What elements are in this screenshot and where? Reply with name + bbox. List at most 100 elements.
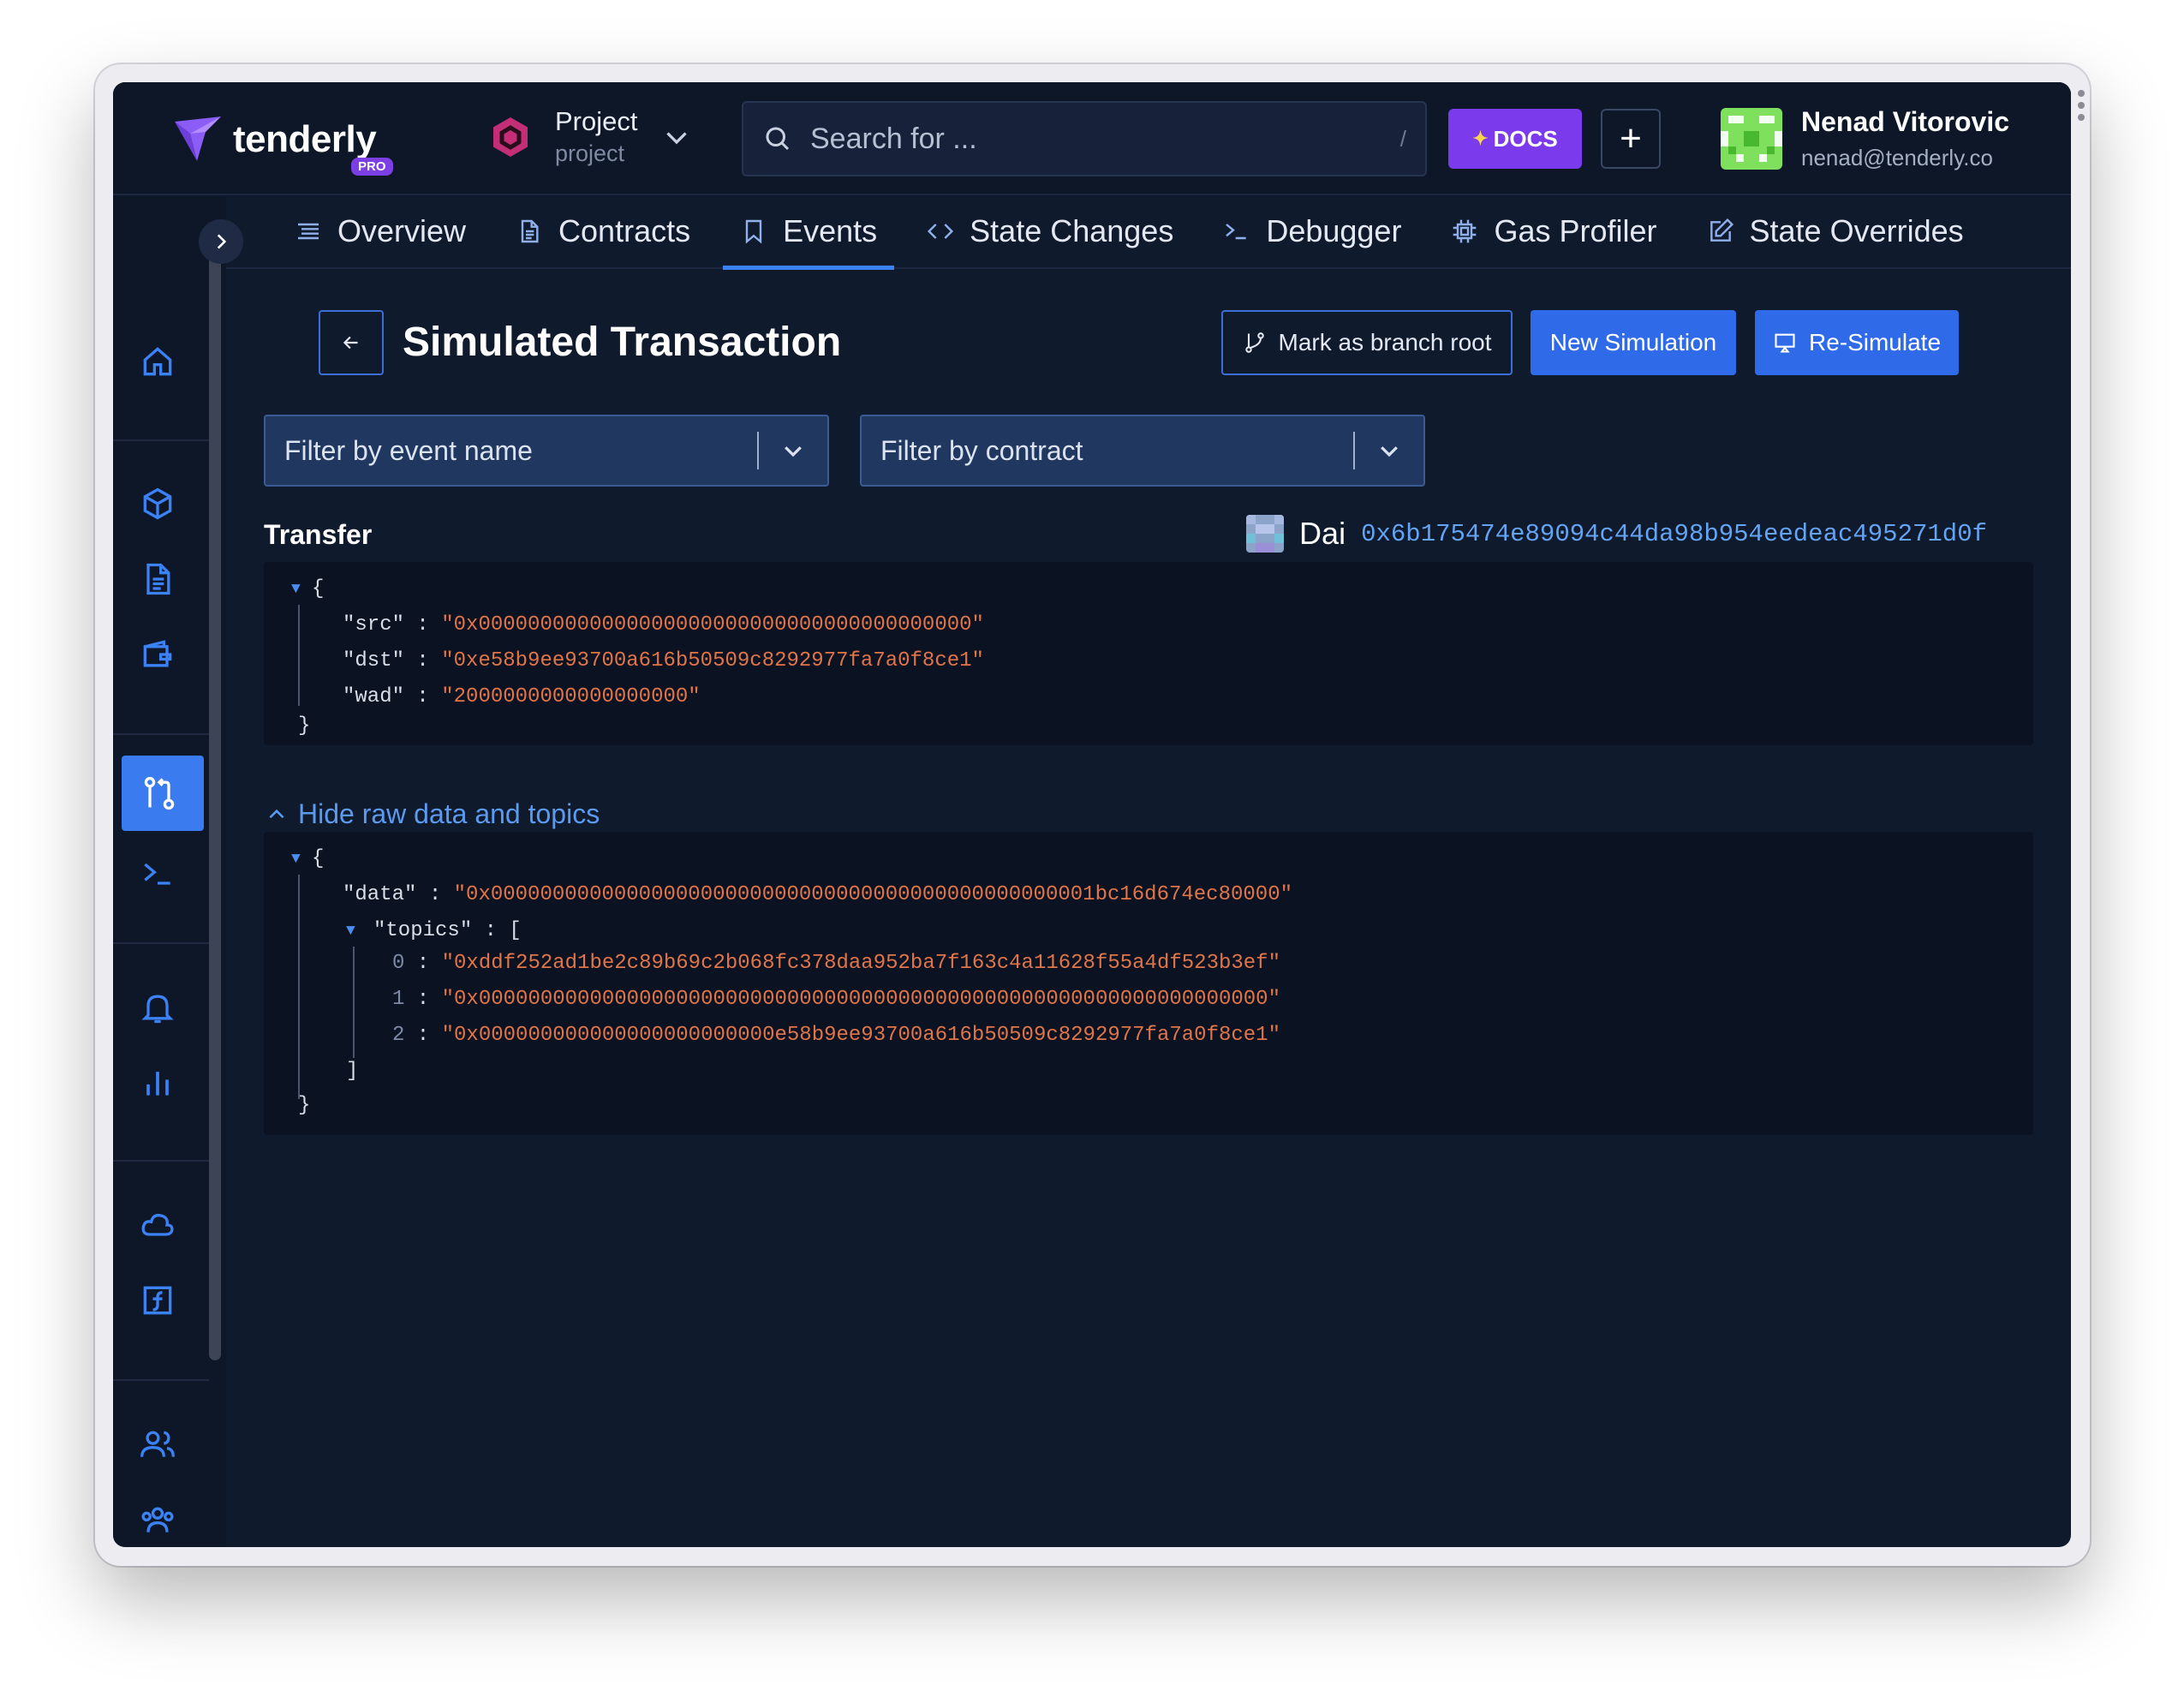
toggle-raw-label: Hide raw data and topics xyxy=(298,798,600,829)
git-branch-icon xyxy=(1244,332,1264,353)
sidebar-item-files[interactable] xyxy=(139,560,176,598)
sidebar-item-users[interactable] xyxy=(139,1425,176,1463)
terminal-icon xyxy=(1226,224,1246,240)
param-key: "src" xyxy=(343,613,405,636)
sidebar-item-team[interactable] xyxy=(139,1501,176,1539)
event-contract[interactable]: Dai 0x6b175474e89094c44da98b954eedeac495… xyxy=(1246,515,1987,553)
code-icon xyxy=(928,224,954,239)
contract-identicon xyxy=(1246,515,1285,553)
tenderly-logo-icon xyxy=(175,117,221,161)
docs-label: DOCS xyxy=(1493,125,1558,152)
cube-icon xyxy=(143,487,172,520)
filter-contract-chevron[interactable] xyxy=(1355,438,1423,463)
sidebar-divider xyxy=(113,733,209,735)
collapse-caret-icon[interactable]: ▼ xyxy=(291,851,301,868)
sidebar-expand-button[interactable] xyxy=(199,219,243,264)
search-bar[interactable]: / xyxy=(742,101,1427,176)
sidebar-item-cloud[interactable] xyxy=(139,1206,176,1244)
sidebar xyxy=(113,195,243,1547)
data-value: "0x0000000000000000000000000000000000000… xyxy=(453,883,1292,906)
topic-value: "0x000000000000000000000000e58b9ee93700a… xyxy=(441,1024,1280,1047)
bookmark-icon xyxy=(745,219,762,244)
tab-contracts[interactable]: Contracts xyxy=(498,194,707,268)
param-key: "dst" xyxy=(343,649,405,672)
contract-address-link[interactable]: 0x6b175474e89094c44da98b954eedeac495271d… xyxy=(1361,520,1987,548)
filter-contract[interactable]: Filter by contract xyxy=(860,415,1425,487)
window-handle[interactable] xyxy=(2078,90,2085,126)
tab-state-changes[interactable]: State Changes xyxy=(910,194,1190,268)
avatar xyxy=(1721,108,1782,170)
param-row-dst: "dst" : "0xe58b9ee93700a616b50509c829297… xyxy=(343,649,984,672)
tab-gas-profiler[interactable]: Gas Profiler xyxy=(1434,194,1674,268)
sparkle-icon: ✦ xyxy=(1472,128,1489,149)
analytics-icon xyxy=(146,1072,169,1096)
sidebar-item-alerts[interactable] xyxy=(139,989,176,1026)
topic-row: 1 : "0x000000000000000000000000000000000… xyxy=(392,988,1280,1011)
param-value: "2000000000000000000" xyxy=(441,685,701,708)
docs-button[interactable]: ✦ DOCS xyxy=(1448,109,1582,169)
topic-index: 1 xyxy=(392,988,405,1011)
topic-index: 2 xyxy=(392,1024,405,1047)
collapse-caret-icon[interactable]: ▼ xyxy=(346,923,355,940)
tab-debugger[interactable]: Debugger xyxy=(1206,194,1418,268)
toggle-raw-data[interactable]: Hide raw data and topics xyxy=(266,798,600,830)
bracket-close: ] xyxy=(346,1060,359,1083)
topic-value: "0x0000000000000000000000000000000000000… xyxy=(441,988,1280,1011)
sidebar-divider xyxy=(113,942,209,944)
top-header: tenderly PRO Project project / xyxy=(113,82,2071,195)
tab-state-overrides[interactable]: State Overrides xyxy=(1690,194,1981,268)
param-row-src: "src" : "0x00000000000000000000000000000… xyxy=(343,613,984,636)
filter-event-chevron[interactable] xyxy=(759,438,827,463)
tab-label: Debugger xyxy=(1266,213,1402,248)
search-input[interactable] xyxy=(810,122,1400,156)
tab-label: Contracts xyxy=(558,213,691,248)
new-simulation-button[interactable]: New Simulation xyxy=(1531,310,1736,375)
filter-contract-label: Filter by contract xyxy=(880,434,1083,466)
resimulate-button[interactable]: Re-Simulate xyxy=(1755,310,1959,375)
brace-close: } xyxy=(298,1094,311,1117)
search-icon xyxy=(766,127,790,151)
branch-button-label: Mark as branch root xyxy=(1278,329,1492,356)
resimulate-icon xyxy=(1775,333,1795,353)
document-icon xyxy=(521,219,539,243)
back-button[interactable] xyxy=(319,310,384,375)
project-name: Project xyxy=(555,106,638,136)
collapse-caret-icon[interactable]: ▼ xyxy=(291,581,301,598)
param-key: "wad" xyxy=(343,685,405,708)
contract-name: Dai xyxy=(1299,516,1346,551)
param-row-wad: "wad" : "2000000000000000000" xyxy=(343,685,701,708)
chevron-right-icon xyxy=(217,234,227,249)
tab-events[interactable]: Events xyxy=(723,194,895,270)
cloud-icon xyxy=(141,1214,174,1236)
param-value: "0xe58b9ee93700a616b50509c8292977fa7a0f8… xyxy=(441,649,984,672)
user-name: Nenad Vitorovic xyxy=(1801,106,2010,137)
simulation-icon xyxy=(144,776,175,810)
mark-branch-root-button[interactable]: Mark as branch root xyxy=(1221,310,1513,375)
simulation-icon-wrap xyxy=(140,774,178,812)
filter-event-name[interactable]: Filter by event name xyxy=(264,415,829,487)
tree-guide xyxy=(298,605,300,706)
sidebar-item-terminal[interactable] xyxy=(139,855,176,893)
tenderly-logo[interactable]: tenderly xyxy=(171,113,377,166)
user-menu[interactable]: Nenad Vitorovic nenad@tenderly.co xyxy=(1721,106,2009,171)
raw-data-box: ▼ { "data" : "0x000000000000000000000000… xyxy=(264,832,2033,1135)
app-window: tenderly PRO Project project / xyxy=(113,82,2071,1547)
function-icon xyxy=(143,1286,172,1315)
sidebar-item-home[interactable] xyxy=(139,343,176,380)
sidebar-item-analytics[interactable] xyxy=(139,1064,176,1102)
terminal-icon xyxy=(144,863,170,885)
add-button[interactable]: + xyxy=(1601,109,1661,169)
project-selector[interactable]: Project project xyxy=(488,106,692,167)
sidebar-scrollbar[interactable] xyxy=(209,247,221,1360)
topic-row: 2 : "0x000000000000000000000000e58b9ee93… xyxy=(392,1024,1280,1047)
sidebar-item-wallets[interactable] xyxy=(139,636,176,673)
sidebar-item-functions[interactable] xyxy=(139,1282,176,1319)
tab-overview[interactable]: Overview xyxy=(277,194,483,268)
brace-close: } xyxy=(298,714,311,738)
logo-text: tenderly xyxy=(233,118,377,160)
topic-value: "0xddf252ad1be2c89b69c2b068fc378daa952ba… xyxy=(441,952,1280,975)
project-slug: project xyxy=(555,140,625,166)
sidebar-item-contracts[interactable] xyxy=(139,485,176,523)
tab-label: Gas Profiler xyxy=(1494,213,1657,248)
tab-bar: Overview Contracts Events State Changes … xyxy=(226,194,2071,270)
